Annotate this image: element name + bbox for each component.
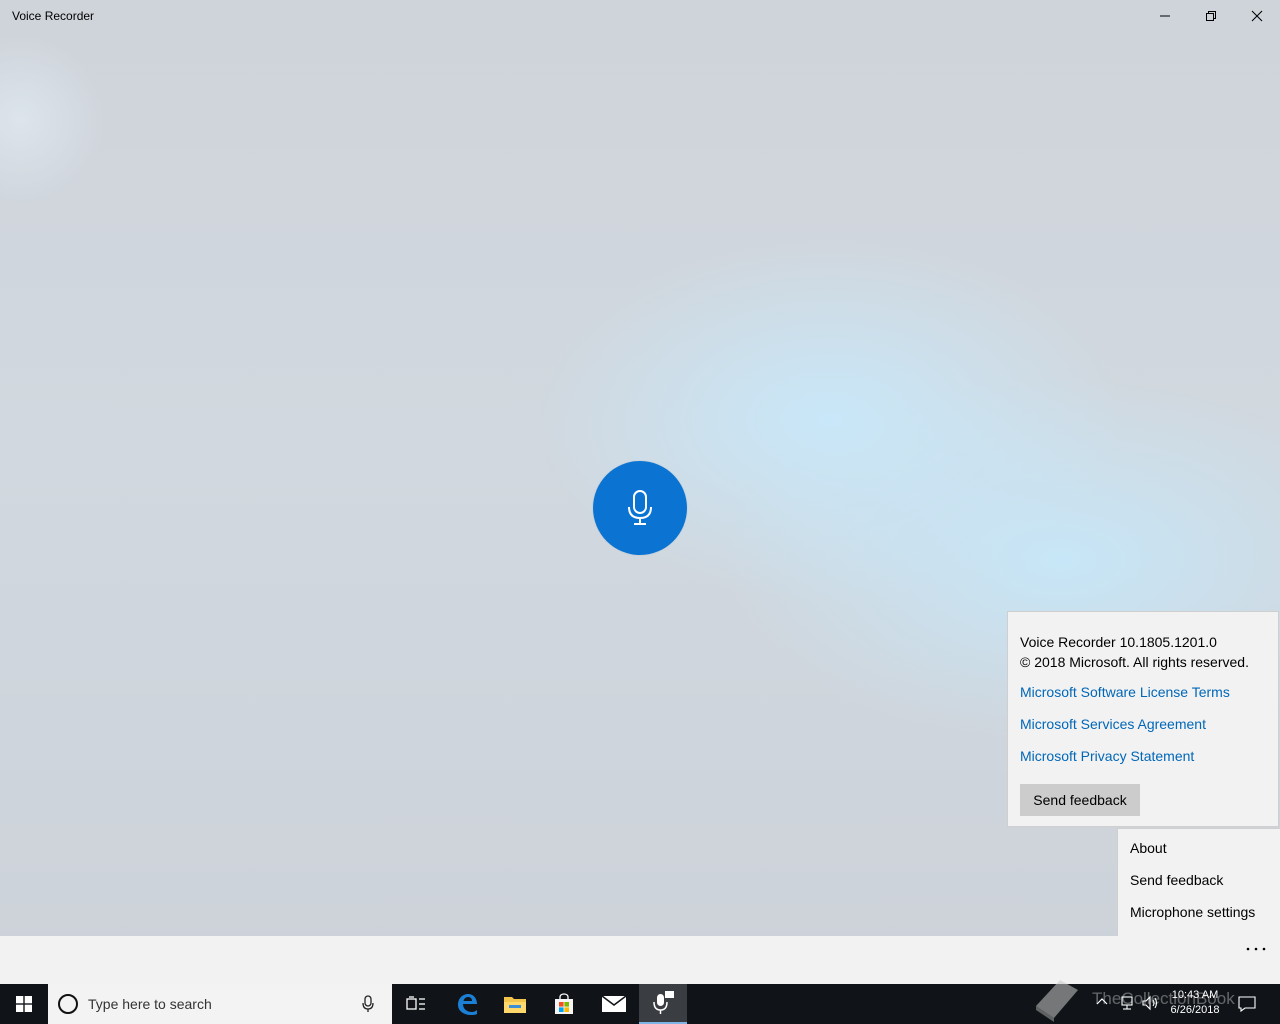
- voice-recorder-taskbar-button[interactable]: [639, 984, 687, 1024]
- restore-icon: [1206, 11, 1216, 21]
- store-icon: [555, 993, 573, 1014]
- windows-logo-icon: [16, 996, 32, 1012]
- restore-button[interactable]: [1188, 0, 1234, 32]
- record-button[interactable]: [593, 461, 687, 555]
- mail-button[interactable]: [590, 984, 638, 1024]
- more-icon: [1246, 947, 1266, 951]
- clock-time: 10:43 AM: [1171, 989, 1219, 1001]
- edge-button[interactable]: [443, 984, 491, 1024]
- book-watermark-icon: [1036, 980, 1078, 1022]
- task-view-button[interactable]: [392, 984, 440, 1024]
- voice-recorder-icon: [653, 991, 674, 1014]
- menu-item-about[interactable]: About: [1130, 840, 1167, 856]
- mail-icon: [601, 995, 627, 1012]
- clock-date: 6/26/2018: [1170, 1004, 1220, 1016]
- more-options-menu: About Send feedback Microphone settings: [1117, 828, 1280, 936]
- send-feedback-button[interactable]: Send feedback: [1020, 784, 1140, 816]
- services-agreement-link[interactable]: Microsoft Services Agreement: [1020, 716, 1206, 732]
- cortana-icon: [58, 994, 78, 1014]
- taskbar: Type here to search TheCollectionBook 10…: [0, 980, 1280, 1024]
- store-button[interactable]: [540, 984, 588, 1024]
- close-button[interactable]: [1234, 0, 1280, 32]
- system-clock[interactable]: 10:43 AM 6/26/2018: [1165, 988, 1225, 1018]
- start-button[interactable]: [0, 984, 48, 1024]
- search-placeholder: Type here to search: [88, 996, 212, 1012]
- window-title: Voice Recorder: [12, 9, 95, 23]
- copyright-text: © 2018 Microsoft. All rights reserved.: [1020, 654, 1249, 670]
- minimize-button[interactable]: [1142, 0, 1188, 32]
- menu-item-microphone-settings[interactable]: Microphone settings: [1130, 904, 1255, 920]
- volume-icon[interactable]: [1142, 995, 1160, 1011]
- more-options-button[interactable]: [1236, 936, 1276, 962]
- file-explorer-button[interactable]: [491, 984, 539, 1024]
- network-icon[interactable]: [1119, 995, 1135, 1011]
- privacy-statement-link[interactable]: Microsoft Privacy Statement: [1020, 748, 1194, 764]
- menu-item-send-feedback[interactable]: Send feedback: [1130, 872, 1223, 888]
- microphone-icon: [628, 490, 652, 525]
- action-center-icon[interactable]: [1238, 995, 1256, 1013]
- search-microphone-icon[interactable]: [361, 995, 375, 1013]
- show-hidden-icons-icon[interactable]: [1096, 996, 1108, 1008]
- minimize-icon: [1160, 15, 1170, 17]
- command-bar: [0, 936, 1280, 984]
- edge-icon: [458, 994, 477, 1015]
- close-icon: [1251, 10, 1263, 22]
- folder-icon: [504, 997, 526, 1013]
- taskbar-search-box[interactable]: Type here to search: [48, 984, 392, 1024]
- license-terms-link[interactable]: Microsoft Software License Terms: [1020, 684, 1230, 700]
- about-flyout: Voice Recorder 10.1805.1201.0 © 2018 Mic…: [1007, 611, 1279, 827]
- task-view-icon: [406, 996, 425, 1010]
- title-bar: Voice Recorder: [0, 0, 1280, 32]
- voice-recorder-window: Voice Recorder Voice Recorder 10.1805.12…: [0, 0, 1280, 984]
- app-version: Voice Recorder 10.1805.1201.0: [1020, 634, 1217, 650]
